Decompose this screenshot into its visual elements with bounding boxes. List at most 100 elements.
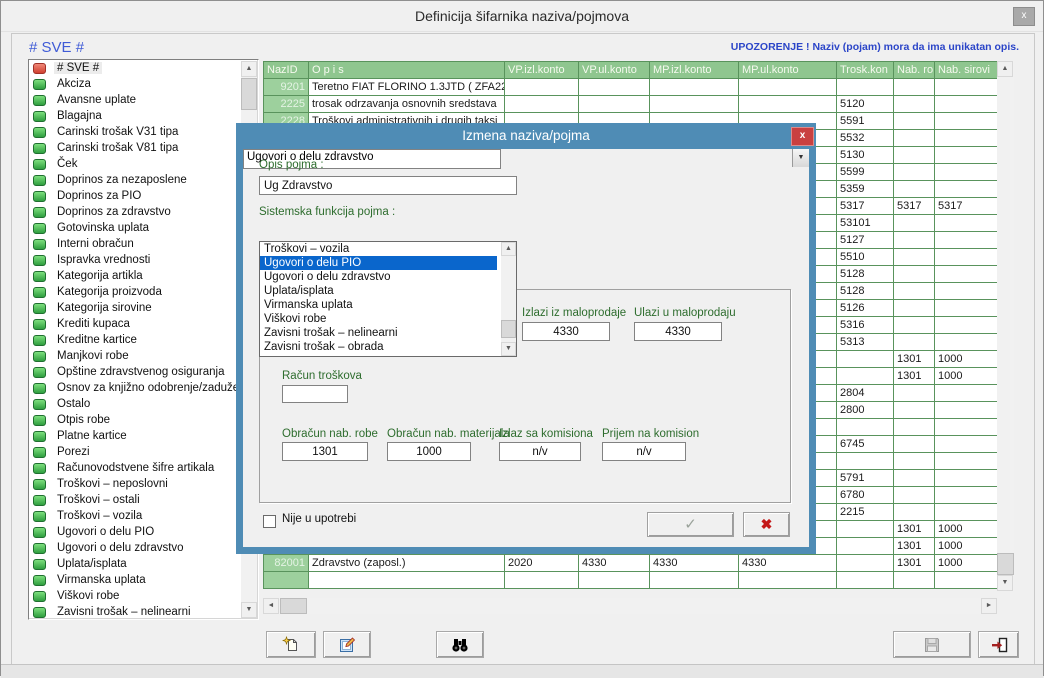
save-button[interactable] xyxy=(893,631,971,658)
sidebar-item[interactable]: Kategorija artikla xyxy=(29,268,258,284)
sidebar-item[interactable]: Virmanska uplata xyxy=(29,572,258,588)
table-row[interactable]: 82001Zdravstvo (zaposl.)2020433043304330… xyxy=(264,555,998,572)
sidebar-item[interactable]: Akciza xyxy=(29,76,258,92)
dropdown-item[interactable]: Troškovi – vozila xyxy=(260,242,497,256)
table-row[interactable]: 9201Teretno FIAT FLORINO 1.3JTD ( ZFA225… xyxy=(264,79,998,96)
sidebar-item[interactable]: Troškovi – vozila xyxy=(29,508,258,524)
table-cell: 5313 xyxy=(837,334,894,351)
scrollbar-thumb[interactable] xyxy=(501,320,516,338)
sidebar-item-label: Manjkovi robe xyxy=(54,350,132,362)
table-cell: 5126 xyxy=(837,300,894,317)
sidebar-item[interactable]: Krediti kupaca xyxy=(29,316,258,332)
sidebar-item[interactable]: Manjkovi robe xyxy=(29,348,258,364)
cancel-button[interactable]: ✖ xyxy=(743,512,790,537)
sidebar-item[interactable]: Gotovinska uplata xyxy=(29,220,258,236)
red-dot-icon xyxy=(33,63,46,74)
dialog-close-button[interactable]: x xyxy=(791,127,814,146)
sidebar-item[interactable]: Ček xyxy=(29,156,258,172)
dropdown-item[interactable]: Uplata/isplata xyxy=(260,284,497,298)
window-close-button[interactable]: x xyxy=(1013,7,1035,26)
scrollbar-thumb[interactable] xyxy=(280,598,307,614)
sidebar-item[interactable]: Ispravka vrednosti xyxy=(29,252,258,268)
sidebar-item[interactable]: Uplata/isplata xyxy=(29,556,258,572)
sidebar-item[interactable]: # SVE # xyxy=(29,60,258,76)
sidebar-item[interactable]: Ostalo xyxy=(29,396,258,412)
scrollbar-thumb[interactable] xyxy=(241,78,257,110)
sidebar-item[interactable]: Troškovi – neposlovni xyxy=(29,476,258,492)
exit-button[interactable] xyxy=(978,631,1019,658)
dropdown-scrollbar[interactable]: ▲ ▼ xyxy=(501,242,516,356)
sidebar-item[interactable]: Porezi xyxy=(29,444,258,460)
table-cell xyxy=(837,419,894,436)
sidebar-item[interactable]: Opštine zdravstvenog osiguranja xyxy=(29,364,258,380)
ulaz-mp-input[interactable] xyxy=(634,322,722,341)
izlaz-komision-input[interactable] xyxy=(499,442,581,461)
sidebar-item[interactable]: Zavisni trošak – nelinearni xyxy=(29,604,258,620)
prijem-komision-label: Prijem na komision xyxy=(602,428,699,440)
sidebar-item[interactable]: Platne kartice xyxy=(29,428,258,444)
dropdown-item[interactable]: Zavisni trošak – obrada xyxy=(260,340,497,354)
dropdown-item[interactable]: Viškovi robe xyxy=(260,312,497,326)
izlaz-mp-input[interactable] xyxy=(522,322,610,341)
sidebar-item[interactable]: Viškovi robe xyxy=(29,588,258,604)
new-record-button[interactable] xyxy=(266,631,316,658)
dropdown-item[interactable]: Ugovori o delu PIO xyxy=(260,256,497,270)
racun-troskova-input[interactable] xyxy=(282,385,348,403)
obracun-materijala-input[interactable] xyxy=(387,442,471,461)
table-cell: 1301 xyxy=(894,368,935,385)
sidebar-item[interactable]: Troškovi – ostali xyxy=(29,492,258,508)
sidebar-item[interactable]: Kategorija sirovine xyxy=(29,300,258,316)
confirm-button[interactable]: ✓ xyxy=(647,512,734,537)
sidebar-item[interactable]: Interni obračun xyxy=(29,236,258,252)
scroll-up-icon[interactable]: ▲ xyxy=(997,61,1013,77)
scroll-left-icon[interactable]: ◄ xyxy=(263,598,279,614)
izlaz-mp-label: Izlazi iz maloprodaje xyxy=(522,307,626,319)
table-cell xyxy=(579,96,650,113)
green-dot-icon xyxy=(33,559,46,570)
sidebar-item[interactable]: Avansne uplate xyxy=(29,92,258,108)
scroll-down-icon[interactable]: ▼ xyxy=(501,342,516,356)
table-cell xyxy=(935,266,998,283)
sidebar-item-label: Ostalo xyxy=(54,398,93,410)
green-dot-icon xyxy=(33,191,46,202)
sidebar-item[interactable]: Ugovori o delu PIO xyxy=(29,524,258,540)
sidebar-item[interactable]: Doprinos za zdravstvo xyxy=(29,204,258,220)
scroll-down-icon[interactable]: ▼ xyxy=(997,575,1013,591)
table-row[interactable]: 2225trosak odrzavanja osnovnih sredstava… xyxy=(264,96,998,113)
sidebar-item[interactable]: Osnov za knjižno odobrenje/zaduženj xyxy=(29,380,258,396)
scrollbar-thumb[interactable] xyxy=(997,553,1014,575)
dropdown-item[interactable]: Zavisni trošak – nelinearni xyxy=(260,326,497,340)
sidebar-item[interactable]: Doprinos za PIO xyxy=(29,188,258,204)
sidebar-item-label: Otpis robe xyxy=(54,414,113,426)
edit-record-button[interactable] xyxy=(323,631,371,658)
sidebar-item[interactable]: Blagajna xyxy=(29,108,258,124)
sidebar-item[interactable]: Računovodstvene šifre artikala xyxy=(29,460,258,476)
dropdown-item[interactable]: Virmanska uplata xyxy=(260,298,497,312)
table-cell xyxy=(894,419,935,436)
table-hscrollbar[interactable]: ◄ ► xyxy=(263,598,997,614)
nije-u-upotrebi-checkbox[interactable] xyxy=(263,515,276,528)
table-vscrollbar[interactable]: ▲ ▼ xyxy=(997,61,1014,591)
green-dot-icon xyxy=(33,543,46,554)
dropdown-item[interactable]: Ugovori o delu zdravstvo xyxy=(260,270,497,284)
scroll-right-icon[interactable]: ► xyxy=(981,598,997,614)
scroll-up-icon[interactable]: ▲ xyxy=(241,61,257,77)
table-row[interactable] xyxy=(264,572,998,589)
sidebar-item[interactable]: Ugovori o delu zdravstvo xyxy=(29,540,258,556)
floppy-save-icon xyxy=(923,636,941,654)
sidebar-item[interactable]: Kreditne kartice xyxy=(29,332,258,348)
sidebar-item[interactable]: Doprinos za nezaposlene xyxy=(29,172,258,188)
table-cell xyxy=(935,130,998,147)
sidebar-item[interactable]: Carinski trošak V31 tipa xyxy=(29,124,258,140)
sidebar-item[interactable]: Carinski trošak V81 tipa xyxy=(29,140,258,156)
obracun-robe-input[interactable] xyxy=(282,442,368,461)
chevron-down-icon[interactable]: ▼ xyxy=(792,149,809,167)
prijem-komision-input[interactable] xyxy=(602,442,686,461)
sidebar-item[interactable]: Otpis robe xyxy=(29,412,258,428)
scroll-up-icon[interactable]: ▲ xyxy=(501,242,516,256)
opis-input[interactable] xyxy=(259,176,517,195)
find-button[interactable] xyxy=(436,631,484,658)
table-cell xyxy=(894,164,935,181)
scroll-down-icon[interactable]: ▼ xyxy=(241,602,257,618)
sidebar-item[interactable]: Kategorija proizvoda xyxy=(29,284,258,300)
